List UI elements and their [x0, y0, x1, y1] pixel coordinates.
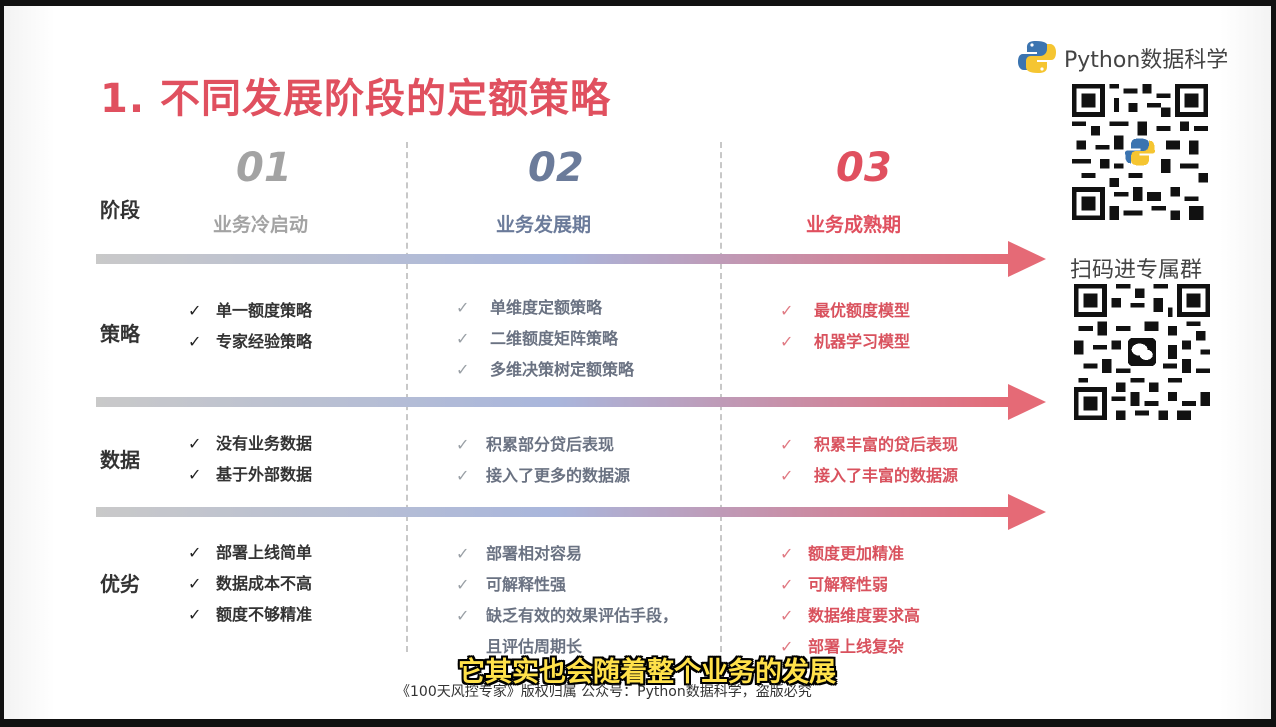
- copyright-footer: 《100天风控专家》版权归属 公众号：Python数据科学，盗版必究: [396, 684, 812, 700]
- timeline-arrow: [96, 384, 1046, 420]
- check-icon: ✓: [188, 434, 202, 453]
- timeline-arrow: [96, 494, 1046, 530]
- list-item: ✓ 机器学习模型: [780, 332, 911, 351]
- timeline-arrow: [96, 241, 1046, 277]
- list-item: ✓ 二维额度矩阵策略: [456, 329, 619, 348]
- list-item: ✓ 额度不够精准: [188, 605, 313, 624]
- list-item: ✓ 积累部分贷后表现: [456, 435, 615, 454]
- list-item: ✓ 部署相对容易: [456, 544, 583, 563]
- check-icon: ✓: [780, 332, 794, 351]
- check-icon: ✓: [188, 465, 202, 484]
- check-icon: ✓: [456, 435, 470, 454]
- check-icon: ✓: [780, 544, 794, 563]
- check-icon: ✓: [456, 360, 470, 379]
- check-icon: ✓: [188, 301, 202, 320]
- list-item: ✓ 单一额度策略: [188, 301, 313, 320]
- check-icon: ✓: [456, 575, 470, 594]
- stage-name: 业务冷启动: [213, 214, 309, 236]
- check-icon: ✓: [780, 575, 794, 594]
- python-logo-icon: [1018, 41, 1056, 73]
- list-item: ✓ 接入了丰富的数据源: [780, 466, 959, 485]
- check-icon: ✓: [456, 606, 470, 625]
- brand-name: Python数据科学: [1064, 48, 1229, 73]
- row-label-data: 数据: [100, 448, 140, 472]
- list-item: ✓ 缺乏有效的效果评估手段，: [456, 606, 679, 625]
- stage-name: 业务成熟期: [806, 214, 902, 236]
- list-item: ✓ 可解释性弱: [780, 575, 889, 594]
- wechat-qr-code-icon: [1073, 284, 1211, 420]
- row-label-stage: 阶段: [100, 198, 140, 222]
- video-frame-left: [0, 0, 4, 727]
- list-item: ✓ 最优额度模型: [780, 301, 911, 320]
- check-icon: ✓: [456, 544, 470, 563]
- check-icon: ✓: [780, 606, 794, 625]
- list-item: ✓ 数据成本不高: [188, 574, 313, 593]
- list-item: ✓ 没有业务数据: [188, 434, 313, 453]
- list-item: ✓ 数据维度要求高: [780, 606, 921, 625]
- check-icon: ✓: [188, 543, 202, 562]
- slide-title: 1. 不同发展阶段的定额策略: [100, 76, 611, 122]
- video-frame-right: [1271, 0, 1276, 727]
- stage-number: 03: [836, 145, 892, 191]
- check-icon: ✓: [188, 574, 202, 593]
- video-frame-bottom: [0, 719, 1276, 727]
- check-icon: ✓: [456, 329, 470, 348]
- list-item: ✓ 部署上线简单: [188, 543, 313, 562]
- check-icon: ✓: [188, 605, 202, 624]
- row-label-pros-cons: 优劣: [100, 572, 140, 596]
- list-item: ✓ 可解释性强: [456, 575, 567, 594]
- check-icon: ✓: [456, 466, 470, 485]
- list-item: ✓ 单维度定额策略: [456, 298, 603, 317]
- check-icon: ✓: [780, 301, 794, 320]
- check-icon: ✓: [780, 435, 794, 454]
- list-item: ✓ 积累丰富的贷后表现: [780, 435, 959, 454]
- list-item: ✓ 专家经验策略: [188, 332, 313, 351]
- stage-name: 业务发展期: [496, 214, 592, 236]
- check-icon: ✓: [188, 332, 202, 351]
- stage-number: 02: [528, 145, 584, 191]
- qr-caption: 扫码进专属群: [1070, 258, 1203, 283]
- qr-code-icon: [1071, 84, 1209, 220]
- row-label-strategy: 策略: [100, 322, 140, 346]
- list-item: ✓ 接入了更多的数据源: [456, 466, 631, 485]
- stage-number: 01: [236, 145, 292, 191]
- list-item: ✓ 额度更加精准: [780, 544, 905, 563]
- list-item: ✓ 基于外部数据: [188, 465, 313, 484]
- check-icon: ✓: [780, 466, 794, 485]
- list-item: ✓ 多维决策树定额策略: [456, 360, 635, 379]
- check-icon: ✓: [456, 298, 470, 317]
